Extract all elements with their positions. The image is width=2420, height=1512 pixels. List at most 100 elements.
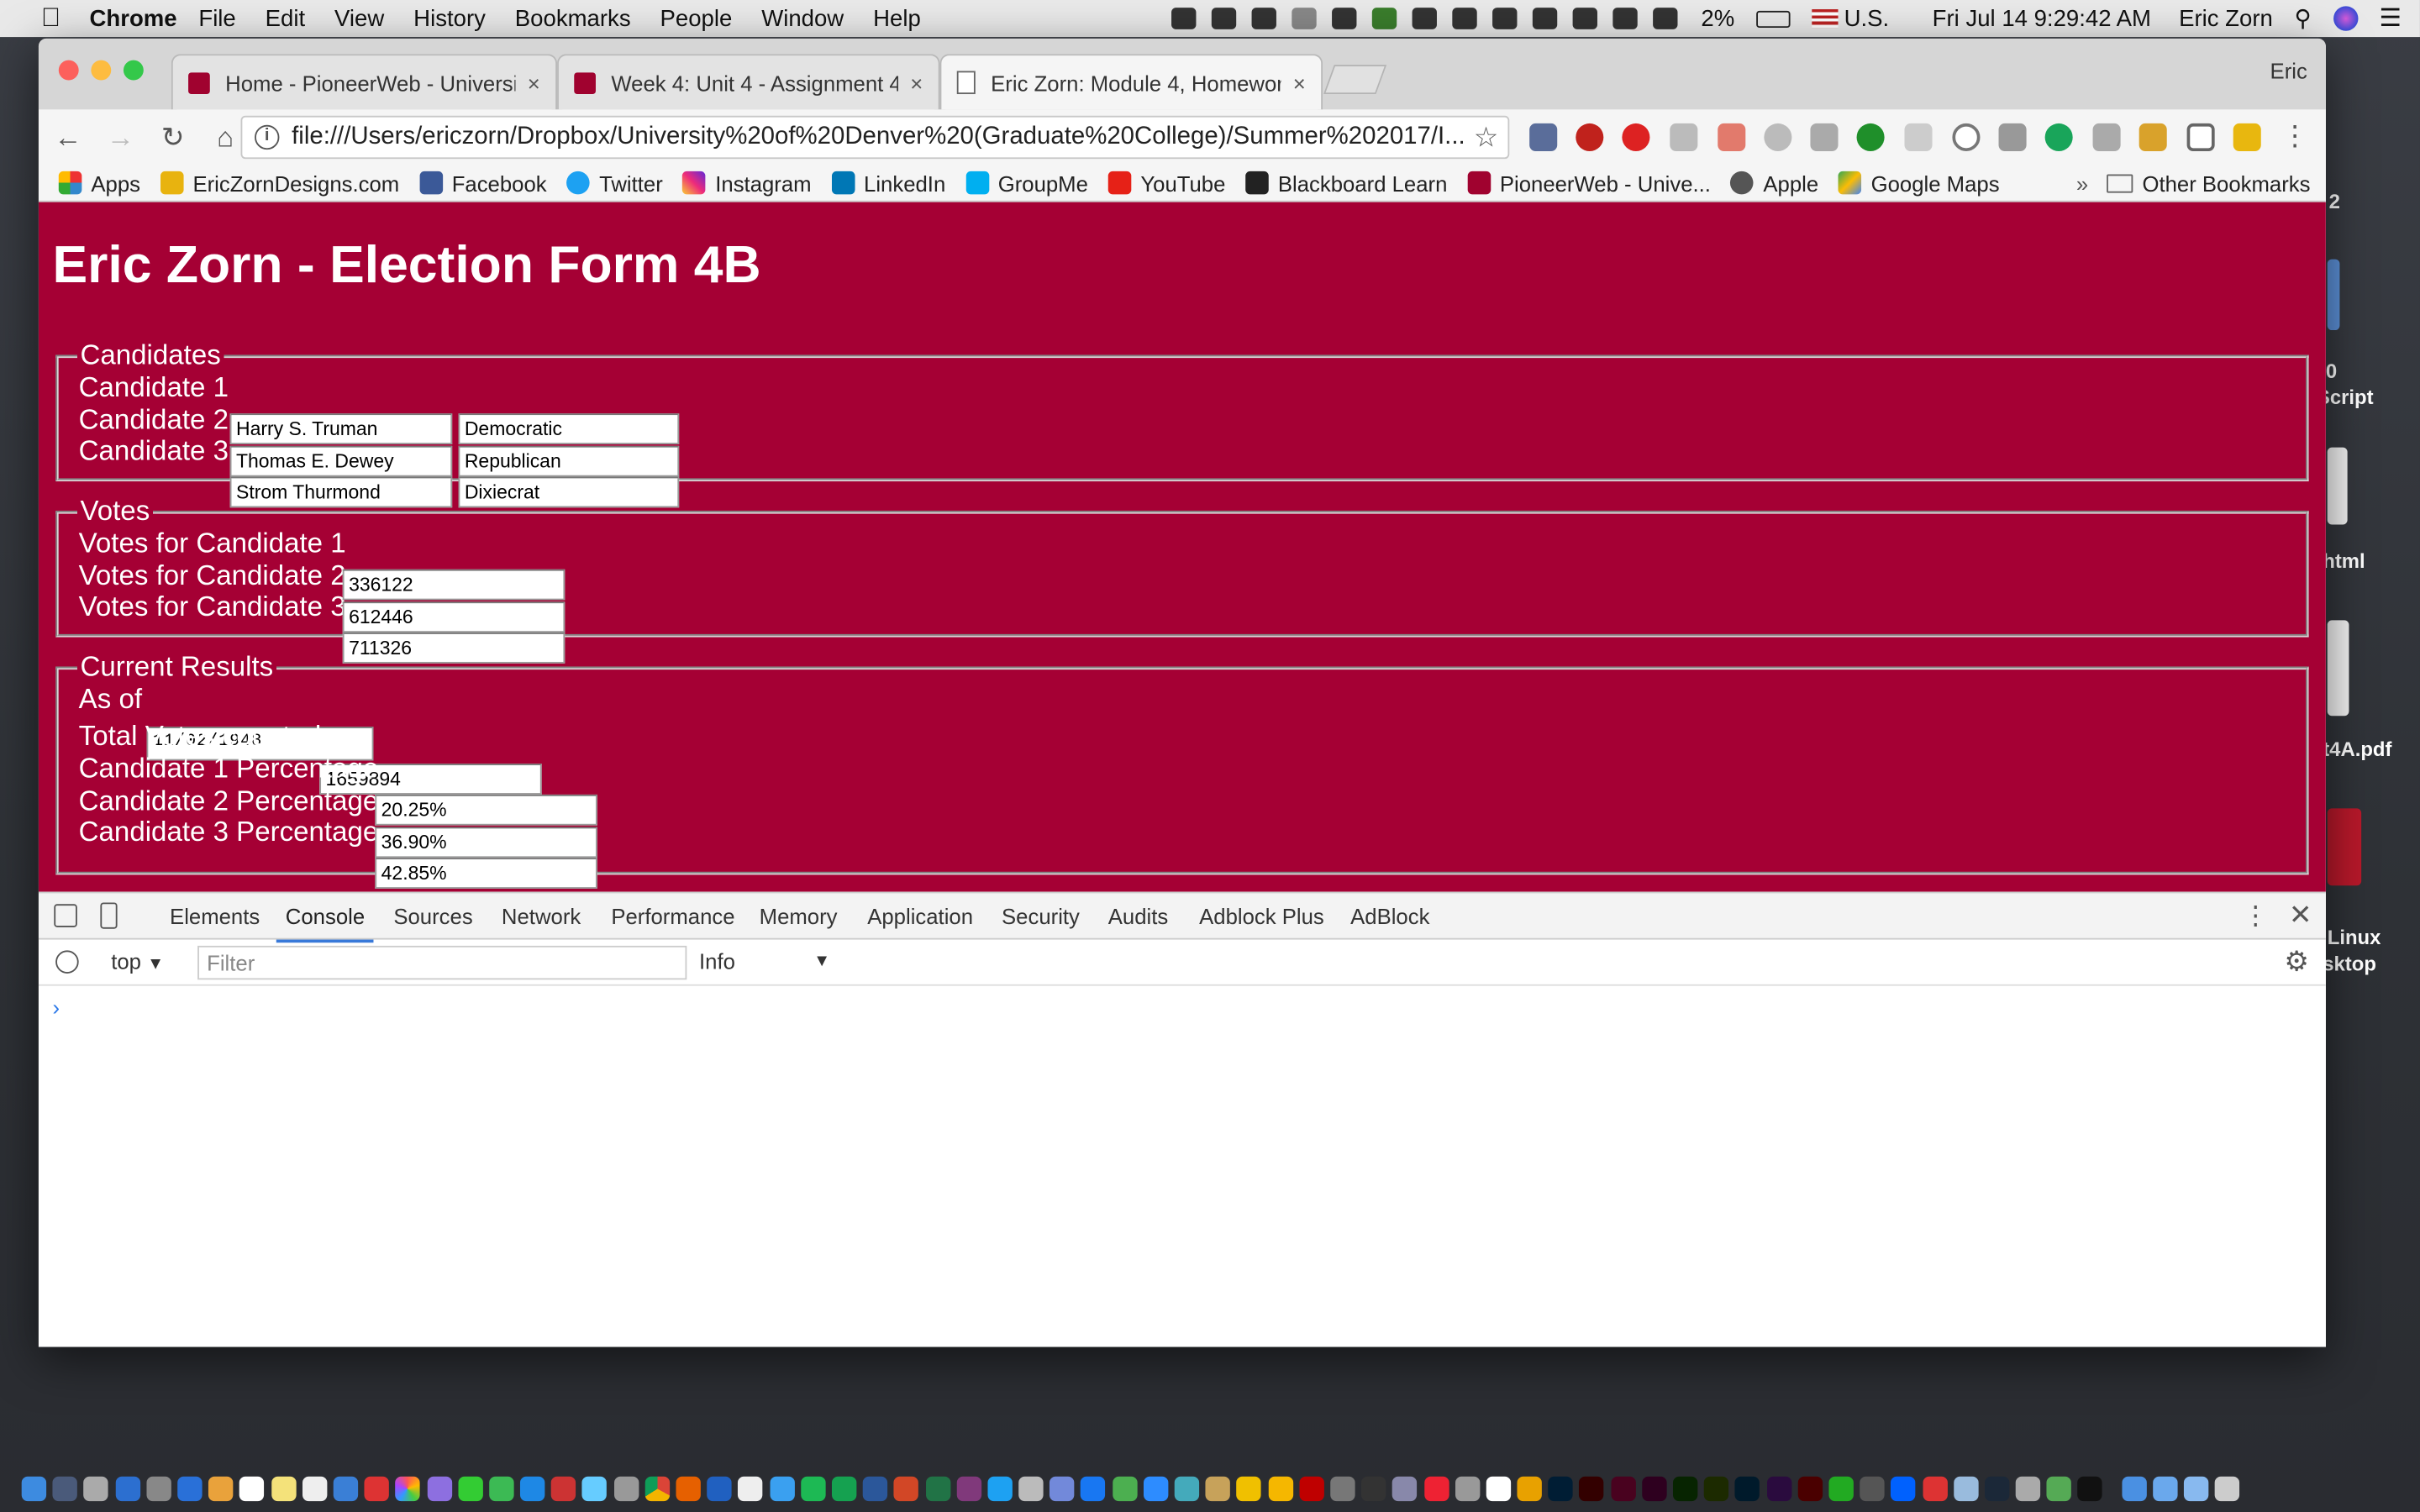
tray-app-icon[interactable] bbox=[1372, 8, 1397, 29]
powerpoint-icon[interactable] bbox=[894, 1476, 919, 1502]
url-text[interactable]: file:///Users/ericzorn/Dropbox/Universit… bbox=[292, 123, 1474, 151]
tray-app-icon[interactable] bbox=[1212, 8, 1237, 29]
photos-icon[interactable] bbox=[395, 1476, 421, 1502]
extension-icon[interactable] bbox=[2233, 123, 2261, 151]
new-tab-button[interactable] bbox=[1323, 65, 1387, 95]
dropbox-extension-icon[interactable] bbox=[1670, 123, 1698, 151]
lightroom-icon[interactable] bbox=[1735, 1476, 1760, 1502]
flag-icon[interactable] bbox=[1812, 9, 1839, 29]
dock-app-icon[interactable] bbox=[1112, 1476, 1138, 1502]
info-icon[interactable]: i bbox=[255, 124, 280, 150]
dock-app-icon[interactable] bbox=[1205, 1476, 1231, 1502]
candidate-2-name-input[interactable]: Thomas E. Dewey bbox=[229, 445, 453, 477]
dock-app-icon[interactable] bbox=[177, 1476, 203, 1502]
time-machine-icon[interactable] bbox=[1492, 8, 1518, 29]
wifi-icon[interactable] bbox=[1572, 8, 1598, 29]
acrobat-icon[interactable] bbox=[1797, 1476, 1823, 1502]
steam-icon[interactable] bbox=[1984, 1476, 2010, 1502]
onepassword-extension-icon[interactable] bbox=[1952, 123, 1981, 151]
dock-app-icon[interactable] bbox=[1081, 1476, 1106, 1502]
indesign-icon[interactable] bbox=[1610, 1476, 1636, 1502]
percent-2-input[interactable]: 36.90% bbox=[375, 827, 597, 858]
log-level-select[interactable]: Info ▼ bbox=[699, 949, 830, 974]
console-settings-icon[interactable]: ⚙ bbox=[2284, 946, 2309, 979]
dock-app-icon[interactable] bbox=[1455, 1476, 1480, 1502]
candidate-1-party-input[interactable]: Democratic bbox=[458, 413, 680, 444]
bookmark-blackboard[interactable]: Blackboard Learn bbox=[1245, 171, 1447, 195]
desktop-file-icon[interactable] bbox=[2327, 447, 2348, 525]
extension-icon[interactable] bbox=[2092, 123, 2121, 151]
dock-app-icon[interactable] bbox=[1860, 1476, 1885, 1502]
xd-icon[interactable] bbox=[1641, 1476, 1667, 1502]
devtab-security[interactable]: Security bbox=[1002, 904, 1080, 928]
illustrator-icon[interactable] bbox=[1579, 1476, 1605, 1502]
bluetooth-icon[interactable] bbox=[1533, 8, 1558, 29]
dock-app-icon[interactable] bbox=[115, 1476, 140, 1502]
dock-app-icon[interactable] bbox=[457, 1476, 483, 1502]
spotify-icon[interactable] bbox=[800, 1476, 826, 1502]
menu-window[interactable]: Window bbox=[761, 5, 844, 31]
dock-app-icon[interactable] bbox=[1018, 1476, 1044, 1502]
tray-app-icon[interactable] bbox=[1292, 8, 1318, 29]
bookmark-ericzorndesigns[interactable]: EricZornDesigns.com bbox=[160, 171, 399, 195]
dock-app-icon[interactable] bbox=[707, 1476, 732, 1502]
devtab-adblock-plus[interactable]: Adblock Plus bbox=[1199, 904, 1324, 928]
premiere-icon[interactable] bbox=[1766, 1476, 1791, 1502]
twitter-dock-icon[interactable] bbox=[987, 1476, 1013, 1502]
excel-icon[interactable] bbox=[925, 1476, 950, 1502]
devtab-network[interactable]: Network bbox=[502, 904, 581, 928]
clear-console-icon[interactable] bbox=[55, 950, 79, 974]
notification-center-icon[interactable]: ☰ bbox=[2380, 3, 2402, 34]
ublock-extension-icon[interactable] bbox=[1576, 123, 1604, 151]
siri-icon[interactable] bbox=[2333, 6, 2358, 31]
battery-icon[interactable] bbox=[1755, 9, 1791, 28]
extension-icon[interactable] bbox=[2139, 123, 2167, 151]
dock-app-icon[interactable] bbox=[1828, 1476, 1854, 1502]
dreamweaver-icon[interactable] bbox=[1673, 1476, 1698, 1502]
dock-app-icon[interactable] bbox=[1236, 1476, 1262, 1502]
menu-help[interactable]: Help bbox=[873, 5, 921, 31]
tray-app-icon[interactable] bbox=[1332, 8, 1357, 29]
percent-1-input[interactable]: 20.25% bbox=[375, 794, 597, 826]
votes-1-input[interactable]: 336122 bbox=[342, 569, 566, 601]
devtab-memory[interactable]: Memory bbox=[760, 904, 838, 928]
zoom-window-button[interactable] bbox=[123, 60, 144, 81]
finder-icon[interactable] bbox=[21, 1476, 47, 1502]
dock-app-icon[interactable] bbox=[1891, 1476, 1916, 1502]
dock-app-icon[interactable] bbox=[489, 1476, 514, 1502]
dock-app-icon[interactable] bbox=[551, 1476, 576, 1502]
devtab-performance[interactable]: Performance bbox=[611, 904, 734, 928]
dock-app-icon[interactable] bbox=[676, 1476, 701, 1502]
app-menu[interactable]: Chrome bbox=[90, 5, 177, 31]
dock-app-icon[interactable] bbox=[1268, 1476, 1293, 1502]
dock-app-icon[interactable] bbox=[1174, 1476, 1200, 1502]
percent-3-input[interactable]: 42.85% bbox=[375, 858, 597, 889]
dock-app-icon[interactable] bbox=[831, 1476, 857, 1502]
votes-2-input[interactable]: 612446 bbox=[342, 601, 566, 633]
devtab-adblock[interactable]: AdBlock bbox=[1350, 904, 1429, 928]
dock-app-icon[interactable] bbox=[1486, 1476, 1511, 1502]
terminal-icon[interactable] bbox=[2078, 1476, 2103, 1502]
grammarly-extension-icon[interactable] bbox=[2044, 123, 2073, 151]
reload-icon[interactable]: ↻ bbox=[150, 121, 196, 154]
chrome-menu-icon[interactable]: ⋮ bbox=[2281, 122, 2309, 151]
context-selector[interactable]: top ▼ bbox=[111, 949, 164, 974]
tab-pioneerweb[interactable]: Home - PioneerWeb - University of Denver… bbox=[171, 54, 558, 110]
minimize-window-button[interactable] bbox=[91, 60, 112, 81]
cast-icon[interactable] bbox=[2186, 123, 2215, 151]
bookmark-facebook[interactable]: Facebook bbox=[419, 171, 547, 195]
devtab-sources[interactable]: Sources bbox=[393, 904, 472, 928]
inspect-element-icon[interactable] bbox=[54, 904, 77, 927]
spotlight-icon[interactable]: ⚲ bbox=[2295, 5, 2312, 32]
trash-icon[interactable] bbox=[2214, 1476, 2240, 1502]
dock-app-icon[interactable] bbox=[302, 1476, 327, 1502]
dock-app-icon[interactable] bbox=[1330, 1476, 1355, 1502]
forward-icon[interactable]: → bbox=[97, 121, 144, 154]
bookmark-apple[interactable]: Apple bbox=[1730, 171, 1818, 195]
safari-icon[interactable] bbox=[769, 1476, 795, 1502]
dock-app-icon[interactable] bbox=[146, 1476, 171, 1502]
dock-app-icon[interactable] bbox=[613, 1476, 639, 1502]
console-prompt[interactable]: › bbox=[52, 995, 60, 1020]
dock-app-icon[interactable] bbox=[84, 1476, 109, 1502]
dock-folder-icon[interactable] bbox=[2183, 1476, 2209, 1502]
